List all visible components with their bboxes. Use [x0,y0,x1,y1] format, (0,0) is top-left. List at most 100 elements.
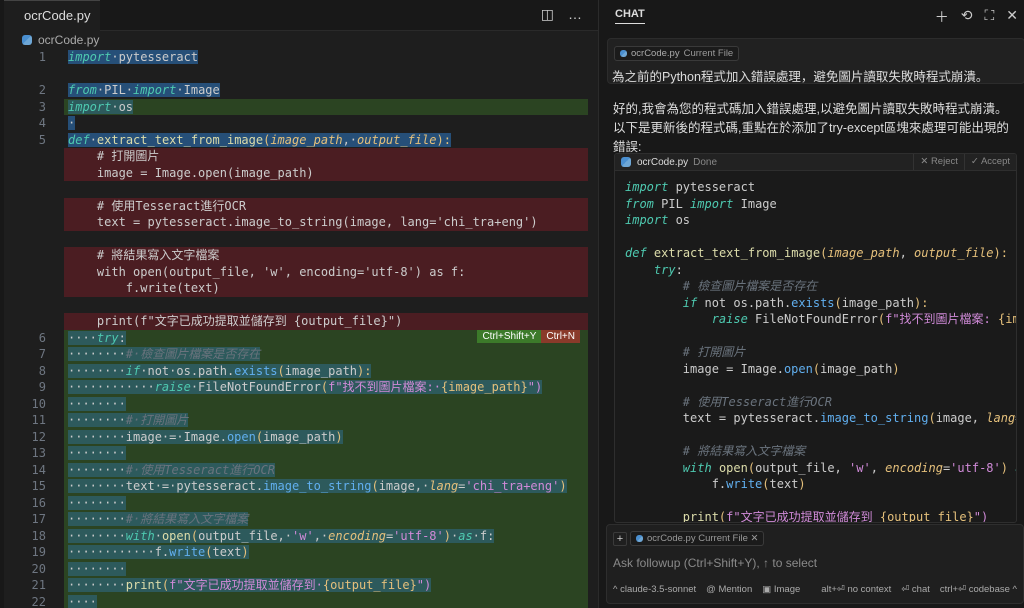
deleted-line[interactable]: # 將結果寫入文字檔案 [4,247,598,264]
line-text[interactable]: # 將結果寫入文字檔案 [64,247,588,264]
line-text[interactable]: text = pytesseract.image_to_string(image… [64,214,588,231]
code-line[interactable]: 3 import·os [4,98,598,115]
chat-title[interactable]: CHAT [615,8,645,24]
code-line: print(f"文字已成功提取並儲存到 {output_file}") [625,509,1016,522]
code-token: from [625,196,654,211]
code-line[interactable]: 18 ········with·open(output_file,·'w',·en… [4,527,598,544]
tab-ocrcode[interactable]: ocrCode.py [4,0,100,31]
reject-diff-button[interactable]: Ctrl+N [541,330,580,343]
code-token: 'w' [849,460,871,475]
line-text[interactable]: image = Image.open(image_path) [64,164,588,181]
deleted-line[interactable] [4,181,598,198]
deleted-line[interactable]: print(f"文字已成功提取並儲存到 {output_file}") [4,313,598,330]
code-line[interactable]: 2 from·PIL·import·Image [4,82,598,99]
line-text[interactable]: print(f"文字已成功提取並儲存到 {output_file}") [64,313,588,330]
code-token: # 將結果寫入文字檔案 [68,248,220,262]
chat-input[interactable]: Ask followup (Ctrl+Shift+Y), ↑ to select [613,556,1023,570]
code-line[interactable]: 11 ········#·打開圖片 [4,412,598,429]
reject-button[interactable]: ✕ Reject [913,154,964,170]
deleted-line[interactable] [4,297,598,314]
code-line[interactable]: 7 ········#·檢查圖片檔案是否存在 [4,346,598,363]
deleted-line[interactable]: # 打開圖片 [4,148,598,165]
line-text[interactable]: # 打開圖片 [64,148,588,165]
code-line[interactable]: 16 ········ [4,494,598,511]
split-editor-icon[interactable]: ◫ [541,6,554,23]
code-line[interactable]: 4 · [4,115,598,132]
deleted-line[interactable] [4,231,598,248]
remove-context-icon[interactable]: ✕ [751,533,759,544]
breadcrumb[interactable]: ocrCode.py [4,31,598,49]
code-line[interactable]: 17 ········#·將結果寫入文字檔案 [4,511,598,528]
line-text[interactable]: from·PIL·import·Image [64,82,588,99]
line-text[interactable]: · [64,115,588,132]
code-line[interactable]: 13 ········ [4,445,598,462]
image-button[interactable]: ▣ Image [762,584,800,595]
line-text[interactable]: ········with·open(output_file,·'w',·enco… [64,527,588,544]
line-text[interactable]: ········image·=·Image.open(image_path) [64,428,588,445]
line-text[interactable]: ········ [64,395,588,412]
code-line[interactable]: 8 ········if·not·os.path.exists(image_pat… [4,362,598,379]
deleted-line[interactable]: text = pytesseract.image_to_string(image… [4,214,598,231]
code-token: PIL [653,196,691,211]
mention-button[interactable]: @ Mention [706,584,752,595]
code-area[interactable]: 1 import·pytesseract 2 from·PIL·import·Imag… [4,49,598,608]
codebase-button[interactable]: ctrl+⏎ codebase ^ [940,584,1017,595]
code-line[interactable]: 15 ········text·=·pytesseract.image_to_st… [4,478,598,495]
line-text[interactable]: ········#·打開圖片 [64,412,588,429]
line-text[interactable]: # 使用Tesseract進行OCR [64,197,588,214]
deleted-line[interactable]: f.write(text) [4,280,598,297]
code-token: image_path [263,429,336,444]
deleted-line[interactable] [4,66,598,83]
accept-button[interactable]: ✓ Accept [963,154,1016,170]
line-text[interactable]: ········ [64,445,588,462]
line-text[interactable]: import·os [64,98,588,115]
deleted-line[interactable]: image = Image.open(image_path) [4,164,598,181]
no-context-button[interactable]: alt+⏎ no context [821,584,891,595]
line-text[interactable]: ············f.write(text) [64,544,588,561]
code-line[interactable]: 14 ········#·使用Tesseract進行OCR [4,461,598,478]
close-icon[interactable]: ✕ [1006,7,1018,27]
code-line[interactable]: 19 ············f.write(text) [4,544,598,561]
code-line[interactable]: 9 ············raise·FileNotFoundError(f"找… [4,379,598,396]
code-line[interactable]: 12 ········image·=·Image.open(image_path) [4,428,598,445]
line-text[interactable]: ········#·檢查圖片檔案是否存在 [64,346,588,363]
line-text[interactable]: ···· [64,593,588,608]
line-text[interactable]: with open(output_file, 'w', encoding='ut… [64,263,588,280]
code-line[interactable]: 20 ········ [4,560,598,577]
line-text[interactable]: ········print(f"文字已成功提取並儲存到·{output_file… [64,577,588,594]
line-text[interactable]: f.write(text) [64,280,588,297]
line-text[interactable]: ············raise·FileNotFoundError(f"找不… [64,379,588,396]
chat-submit-button[interactable]: ⏎ chat [901,584,930,595]
line-text[interactable]: ········#·使用Tesseract進行OCR [64,461,588,478]
add-context-button[interactable]: + [613,531,627,546]
more-actions-icon[interactable]: … [568,6,582,23]
code-line[interactable]: 5 def·extract_text_from_image(image_path,… [4,132,598,149]
line-text[interactable]: ········text·=·pytesseract.image_to_stri… [64,478,588,495]
line-text[interactable]: ········ [64,494,588,511]
plus-icon[interactable]: ＋ [935,7,949,27]
deleted-line[interactable]: # 使用Tesseract進行OCR [4,197,598,214]
code-line[interactable]: 1 import·pytesseract [4,49,598,66]
deleted-line[interactable]: with open(output_file, 'w', encoding='ut… [4,263,598,280]
maximize-icon[interactable]: ⛶ [984,7,994,27]
breadcrumb-file[interactable]: ocrCode.py [38,33,99,47]
code-line[interactable]: 22 ···· [4,593,598,608]
line-text[interactable]: def·extract_text_from_image(image_path,·… [64,132,588,149]
selection: ········ [68,446,126,460]
history-icon[interactable]: ⟲ [961,7,973,27]
code-token: ( [277,363,285,378]
code-line[interactable]: 10 ········ [4,395,598,412]
file-context-chip[interactable]: ocrCode.py Current File ✕ [630,531,765,546]
code-token: image = Image. [625,361,784,376]
code-token: #·使用Tesseract進行OCR [125,462,275,477]
line-text[interactable]: ········#·將結果寫入文字檔案 [64,511,588,528]
line-text[interactable]: ········ [64,560,588,577]
accept-diff-button[interactable]: Ctrl+Shift+Y [477,330,542,343]
code-block-file[interactable]: ocrCode.py [637,157,688,168]
code-line[interactable]: 21 ········print(f"文字已成功提取並儲存到·{output_fi… [4,577,598,594]
line-text[interactable]: import·pytesseract [64,49,588,66]
file-context-chip[interactable]: ocrCode.py Current File [614,46,740,61]
model-selector[interactable]: ^ claude-3.5-sonnet [613,584,696,595]
line-text[interactable]: ········if·not·os.path.exists(image_path… [64,362,588,379]
